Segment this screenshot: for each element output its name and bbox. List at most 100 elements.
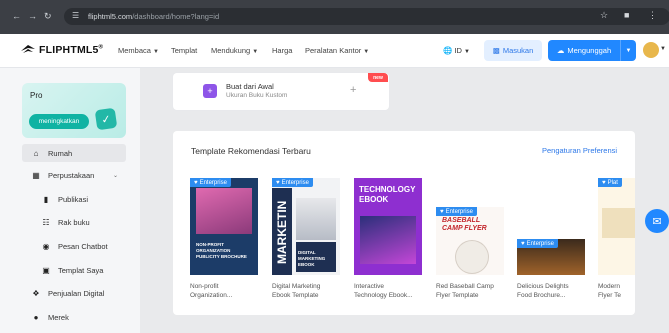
sidebar-item-label: Rak buku [58,217,90,227]
upload-label: Mengunggah [567,46,612,55]
template-card-digital-marketing[interactable]: MARKETIN DIGITAL MARKETING EBOOK ♥ Enterp… [272,178,340,275]
upload-dropdown-chevron-icon[interactable]: ▼ [620,40,636,61]
chevron-down-icon: ▼ [464,49,470,55]
section-title: Template Rekomendasi Terbaru [191,146,311,156]
avatar[interactable] [643,42,659,58]
address-bar[interactable]: ☰ fliphtml5.com/dashboard/home?lang=id [64,8,669,25]
create-from-scratch-card[interactable]: + Buat dari Awal Ukuran Buku Kustom + [173,73,389,110]
template-photo [196,188,252,234]
create-subtitle: Ukuran Buku Kustom [226,92,288,99]
logo-reg-mark: ® [98,44,104,51]
template-cover-text: NON-PROFIT ORGANIZATION PUBLICITY BROCHU… [196,242,247,259]
enterprise-badge: ♥ Enterprise [272,178,313,187]
language-selector[interactable]: 🌐 ID ▼ [443,46,470,55]
preferences-link[interactable]: Pengaturan Preferensi [542,146,617,155]
nav-peralatan-kantor[interactable]: Peralatan Kantor ▼ [305,46,369,55]
caption-line-1: Non-profit [190,283,219,290]
logo-text: FLIPHTML5® [39,44,103,56]
sidebar-item-label: Penjualan Digital [48,288,105,298]
nav-templat[interactable]: Templat [171,46,197,55]
heart-icon: ♥ [521,240,525,247]
nav-mendukung[interactable]: Mendukung ▼ [211,46,258,55]
caption-line-2: Flyer Te [598,292,621,299]
upload-button[interactable]: ☁ Mengunggah ▼ [548,40,636,61]
logo-wing-icon [21,45,35,53]
back-arrow-icon[interactable]: ← [12,10,21,22]
sidebar-item-rak-buku[interactable]: ☷ Rak buku [22,213,126,231]
template-card-modern-flyer[interactable]: ♥ Plat [598,178,635,275]
nav-label: Peralatan Kantor [305,46,362,55]
upload-main[interactable]: ☁ Mengunggah [548,46,620,55]
app-header: FLIPHTML5® Membaca ▼ Templat Mendukung ▼ H… [0,34,669,68]
book-icon: ▮ [43,194,49,204]
nav-harga[interactable]: Harga [272,46,292,55]
browser-menu-icon[interactable]: ⋮ [648,10,657,21]
template-card-technology-ebook[interactable]: TECHNOLOGY EBOOK [354,178,422,275]
sidebar: Pro meningkatkan ✓ ⌂ Rumah ▦ Perpustakaan ⌄… [0,68,140,333]
nav-label: Harga [272,46,293,55]
brand-icon: ● [33,312,39,322]
bookmark-star-icon[interactable]: ☆ [600,10,608,21]
sidebar-item-pesan-chatbot[interactable]: ◉ Pesan Chatbot [22,237,126,255]
language-label: ID [454,46,462,55]
url-path: /dashboard/home?lang=id [132,12,220,21]
template-caption: Red Baseball Camp Flyer Template [436,282,494,300]
nav-label: Membaca [118,46,151,55]
template-caption: Delicious Delights Food Brochure... [517,282,569,300]
logo-wordmark: FLIPHTML5 [39,44,99,56]
template-caption: Modern Flyer Te [598,282,635,300]
sidebar-item-merek[interactable]: ● Merek [22,308,126,326]
nav-label: Mendukung [211,46,251,55]
plus-icon[interactable]: + [350,84,356,96]
template-caption: Non-profit Organization... [190,282,232,300]
sidebar-item-rumah[interactable]: ⌂ Rumah [22,144,126,162]
nav-label: Templat [171,46,198,55]
upgrade-button[interactable]: meningkatkan [29,114,89,129]
login-button[interactable]: ▩ Masukan [484,40,542,61]
template-photo [602,208,635,238]
template-card-food-brochure[interactable]: ♥ Enterprise [517,239,585,275]
chevron-down-icon[interactable]: ▼ [660,46,666,52]
template-cover-text: TECHNOLOGY EBOOK [359,185,416,204]
new-badge: new [368,73,388,82]
chat-bubble-icon: ✉ [652,215,662,228]
login-icon: ▩ [492,46,500,55]
create-title: Buat dari Awal [226,82,274,91]
template-caption: Interactive Technology Ebook... [354,282,413,300]
caption-line-1: Digital Marketing [272,283,321,290]
folder-icon: ▣ [42,265,50,275]
chat-support-button[interactable]: ✉ [645,209,669,233]
pro-plan-card: Pro meningkatkan ✓ [22,83,126,138]
caption-line-1: Red Baseball Camp [436,283,494,290]
sidebar-item-penjualan-digital[interactable]: ❖ Penjualan Digital [22,284,126,302]
reload-icon[interactable]: ↻ [44,10,52,22]
sidebar-item-templat-saya[interactable]: ▣ Templat Saya [22,261,126,279]
template-photo [296,198,336,240]
upload-cloud-icon: ☁ [556,46,565,55]
enterprise-badge: ♥ Plat [598,178,622,187]
caption-line-2: Technology Ebook... [354,292,413,299]
enterprise-badge: ♥ Enterprise [190,178,231,187]
chevron-down-icon: ▼ [363,49,370,55]
chevron-down-icon: ⌄ [112,172,118,179]
caption-line-2: Food Brochure... [517,292,566,299]
template-caption: Digital Marketing Ebook Template [272,282,320,300]
nav-membaca[interactable]: Membaca ▼ [118,46,159,55]
baseball-icon [456,241,488,273]
sidebar-item-label: Merek [48,312,69,322]
sidebar-item-perpustakaan[interactable]: ▦ Perpustakaan ⌄ [22,166,126,184]
caption-line-1: Delicious Delights [517,283,569,290]
template-card-baseball[interactable]: BASEBALL CAMP FLYER ♥ Enterprise [436,207,504,275]
sidebar-item-label: Publikasi [58,194,89,204]
extension-icon[interactable]: ■ [624,10,629,20]
template-photo [360,216,416,264]
template-card-nonprofit[interactable]: NON-PROFIT ORGANIZATION PUBLICITY BROCHU… [190,178,258,275]
sidebar-item-publikasi[interactable]: ▮ Publikasi [22,190,126,208]
site-settings-icon[interactable]: ☰ [72,11,79,20]
heart-icon: ♥ [194,179,198,186]
new-document-icon: + [203,84,217,98]
template-cover-text: BASEBALL CAMP FLYER [442,217,487,232]
logo[interactable]: FLIPHTML5® [21,44,103,56]
forward-arrow-icon[interactable]: → [28,10,37,22]
sidebar-item-label: Rumah [48,148,73,158]
